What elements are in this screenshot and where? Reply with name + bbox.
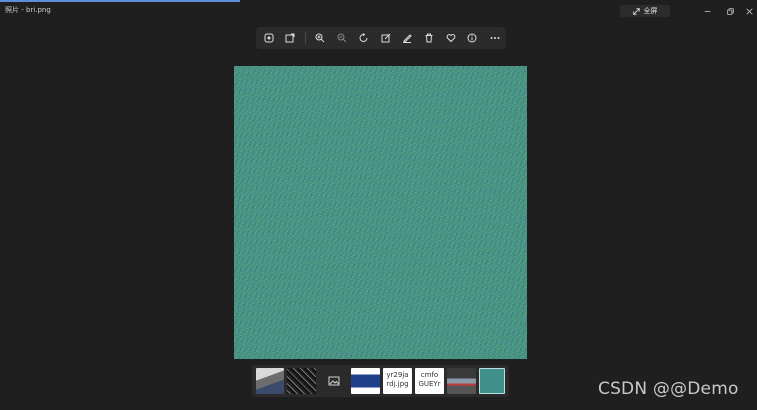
image-placeholder-icon <box>328 376 339 386</box>
fullscreen-label: 全屏 <box>643 7 658 15</box>
minimize-icon <box>704 10 710 12</box>
enhance-icon <box>264 33 274 43</box>
more-button[interactable] <box>487 30 503 46</box>
zoom-out-icon <box>337 33 347 43</box>
main-image <box>234 66 527 359</box>
info-button[interactable] <box>464 30 480 46</box>
edit-button[interactable] <box>378 30 394 46</box>
zoom-out-button[interactable] <box>334 30 350 46</box>
zoom-in-button[interactable] <box>312 30 328 46</box>
zoom-in-icon <box>315 33 325 43</box>
thumbnail-3[interactable] <box>319 368 348 394</box>
info-icon <box>467 33 477 43</box>
edit-icon <box>381 33 391 43</box>
pen-icon <box>403 34 412 43</box>
heart-icon <box>446 34 456 43</box>
filmstrip: yr29ja rdj.jpg cmfo GUEYr <box>252 365 509 397</box>
rotate-icon <box>359 33 368 42</box>
watermark: CSDN @@Demo <box>598 379 739 399</box>
thumbnail-selected[interactable] <box>479 368 505 394</box>
enhance-button[interactable] <box>261 30 277 46</box>
restore-icon <box>726 7 734 15</box>
thumbnail-4[interactable] <box>351 368 380 394</box>
minimize-button[interactable] <box>695 5 719 17</box>
draw-button[interactable] <box>399 30 415 46</box>
thumbnail-7[interactable] <box>447 368 476 394</box>
trash-icon <box>425 33 433 43</box>
fullscreen-icon <box>632 7 640 15</box>
close-icon <box>745 7 753 15</box>
toolbar <box>256 27 506 49</box>
thumbnail-6-line-2: GUEYr <box>418 380 441 388</box>
title-bar: 照片 - bri.png 全屏 <box>0 2 757 18</box>
thumbnail-5[interactable]: yr29ja rdj.jpg <box>383 368 412 394</box>
toolbar-separator <box>305 32 306 44</box>
edit-image-button[interactable] <box>282 30 298 46</box>
window-title: 照片 - bri.png <box>5 6 51 14</box>
thumbnail-1[interactable] <box>256 368 284 394</box>
edit-image-icon <box>285 33 295 43</box>
thumbnail-6-line-1: cmfo <box>420 371 439 379</box>
thumbnail-2[interactable] <box>287 368 316 394</box>
rotate-button[interactable] <box>356 30 372 46</box>
restore-button[interactable] <box>718 5 742 17</box>
thumbnail-5-line-2: rdj.jpg <box>386 380 409 388</box>
delete-button[interactable] <box>421 30 437 46</box>
close-button[interactable] <box>741 5 757 17</box>
favorite-button[interactable] <box>443 30 459 46</box>
thumbnail-6[interactable]: cmfo GUEYr <box>415 368 444 394</box>
thumbnail-5-line-1: yr29ja <box>386 371 409 379</box>
more-icon <box>490 37 500 39</box>
fullscreen-button[interactable]: 全屏 <box>620 5 670 17</box>
